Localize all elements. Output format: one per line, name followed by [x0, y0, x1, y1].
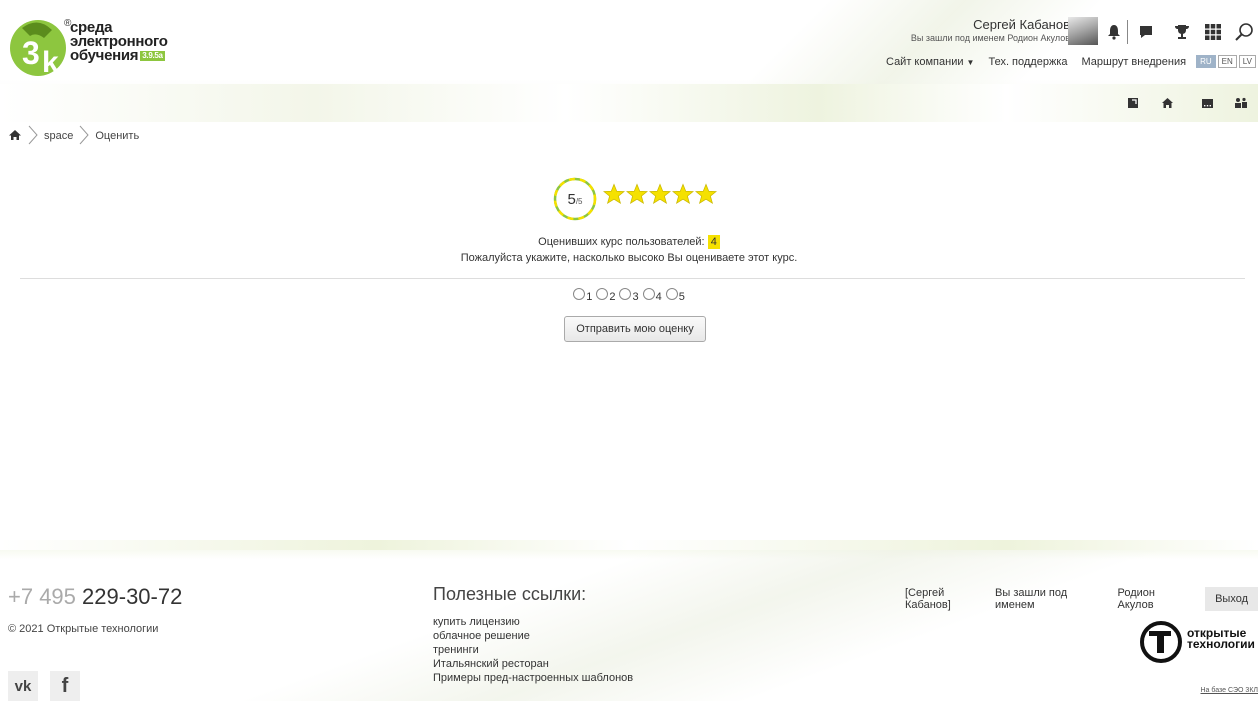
based-on-link[interactable]: На базе СЭО 3КЛ: [1201, 687, 1258, 694]
breadcrumb-item-space[interactable]: space: [44, 130, 73, 142]
breadcrumb-item-rate: Оценить: [95, 130, 140, 142]
rating-options: 1 2 3 4 5: [0, 288, 1258, 303]
rating-option-3[interactable]: 3: [619, 288, 639, 303]
phone-code: +7 495: [8, 584, 76, 609]
language-switcher: RU EN LV: [1196, 55, 1256, 68]
star-icon: [695, 183, 717, 204]
rating-score-of: /5: [575, 197, 583, 206]
lang-en[interactable]: EN: [1217, 55, 1237, 68]
rating-option-label: 5: [678, 291, 685, 303]
lang-ru[interactable]: RU: [1196, 55, 1216, 68]
route-link[interactable]: Маршрут внедрения: [1082, 56, 1187, 68]
radio-button[interactable]: [665, 288, 678, 300]
divider: [20, 278, 1245, 279]
footer-band: [0, 540, 1258, 550]
submit-rating-button[interactable]: Отправить мою оценку: [564, 316, 706, 342]
svg-text:3: 3: [22, 35, 40, 71]
rating-score: 5: [567, 190, 576, 208]
top-nav: Сайт компании ▼ Тех. поддержка Маршрут в…: [886, 55, 1256, 68]
bell-icon[interactable]: [1102, 20, 1126, 44]
logo-version: 3.9.5a: [140, 51, 165, 62]
users-icon[interactable]: [1232, 94, 1250, 112]
grid-icon[interactable]: [1201, 20, 1225, 44]
logout-button[interactable]: Выход: [1205, 587, 1258, 611]
radio-button[interactable]: [596, 288, 609, 300]
rating-option-label: 1: [586, 291, 593, 303]
raters-count: 4: [707, 235, 720, 249]
logo-3k-icon: 3 k ®: [10, 18, 72, 79]
bookmark-icon[interactable]: [1124, 94, 1142, 112]
rating-option-5[interactable]: 5: [665, 288, 685, 303]
useful-links-title: Полезные ссылки:: [433, 584, 587, 604]
open-technologies-logo-icon: [1140, 621, 1182, 663]
rating-option-label: 2: [609, 291, 616, 303]
footer-copyright: © 2021 Открытые технологии: [8, 623, 159, 635]
avatar[interactable]: [1068, 17, 1098, 45]
user-impersonation: Вы зашли под именем Родион Акулов: [910, 33, 1070, 43]
breadcrumb-home-icon[interactable]: [8, 129, 22, 144]
raters-label: Оценивших курс пользователей:: [538, 236, 705, 248]
breadcrumb-separator-icon: [28, 125, 38, 148]
rating-option-label: 3: [632, 291, 639, 303]
footer-impersonation-text: Вы зашли под именем: [995, 587, 1068, 611]
logo-text: среда электронного обучения 3.9.5a: [70, 20, 168, 64]
company-logo-line-2: технологии: [1187, 637, 1255, 651]
caret-down-icon: ▼: [966, 57, 975, 67]
company-site-label: Сайт компании: [886, 55, 964, 68]
radio-button[interactable]: [573, 288, 586, 300]
trophy-icon[interactable]: [1170, 20, 1194, 44]
radio-button[interactable]: [619, 288, 632, 300]
useful-links: купить лицензию облачное решение тренинг…: [433, 615, 633, 685]
star-icon: [672, 183, 694, 204]
footer-user-block: [Сергей Кабанов] Вы зашли под именем Род…: [905, 587, 1258, 611]
link-trainings[interactable]: тренинги: [433, 643, 633, 657]
social-links: vk f: [8, 671, 80, 701]
company-logo-text: открытые технологии: [1187, 627, 1255, 651]
phone-number: 229-30-72: [82, 584, 183, 609]
breadcrumb-separator-icon: [79, 125, 90, 148]
star-icon: [626, 183, 648, 204]
home-icon[interactable]: [1158, 94, 1176, 112]
link-italian-restaurant[interactable]: Итальянский ресторан: [433, 657, 633, 671]
link-buy-license[interactable]: купить лицензию: [433, 615, 633, 629]
rating-score-circle: 5/5: [553, 177, 597, 221]
link-cloud-solution[interactable]: облачное решение: [433, 629, 633, 643]
user-block[interactable]: Сергей Кабанов Вы зашли под именем Родио…: [911, 17, 1070, 43]
rating-stars: [603, 183, 717, 205]
logo-line-3-text: обучения: [70, 47, 139, 64]
rating-option-label: 4: [655, 291, 662, 303]
user-name[interactable]: Сергей Кабанов: [911, 17, 1070, 32]
star-icon: [649, 183, 671, 204]
radio-button[interactable]: [642, 288, 655, 300]
header-separator: [1127, 20, 1128, 44]
breadcrumb: space Оценить: [8, 125, 140, 148]
rating-option-4[interactable]: 4: [642, 288, 662, 303]
facebook-icon[interactable]: f: [50, 671, 80, 701]
star-icon: [603, 183, 625, 204]
company-site-link[interactable]: Сайт компании ▼: [886, 56, 974, 68]
chat-icon[interactable]: [1134, 20, 1158, 44]
rating-option-2[interactable]: 2: [596, 288, 616, 303]
link-template-examples[interactable]: Примеры пред-настроенных шаблонов: [433, 671, 633, 685]
search-icon[interactable]: [1232, 20, 1256, 44]
header-band: [0, 84, 1258, 122]
lang-lv[interactable]: LV: [1238, 55, 1256, 68]
rating-option-1[interactable]: 1: [573, 288, 593, 303]
footer-user-link[interactable]: [Сергей Кабанов]: [905, 587, 992, 611]
logo-line-3: обучения 3.9.5a: [70, 47, 168, 64]
message-icon[interactable]: [1198, 94, 1216, 112]
svg-text:k: k: [42, 46, 59, 78]
rating-prompt: Пожалуйста укажите, насколько высоко Вы …: [460, 252, 798, 264]
footer-impersonated-user: Родион Акулов: [1117, 587, 1156, 611]
raters-line: Оценивших курс пользователей: 4: [0, 235, 1258, 249]
vk-icon[interactable]: vk: [8, 671, 38, 701]
support-link[interactable]: Тех. поддержка: [988, 56, 1067, 68]
footer-phone: +7 495 229-30-72: [8, 584, 182, 610]
